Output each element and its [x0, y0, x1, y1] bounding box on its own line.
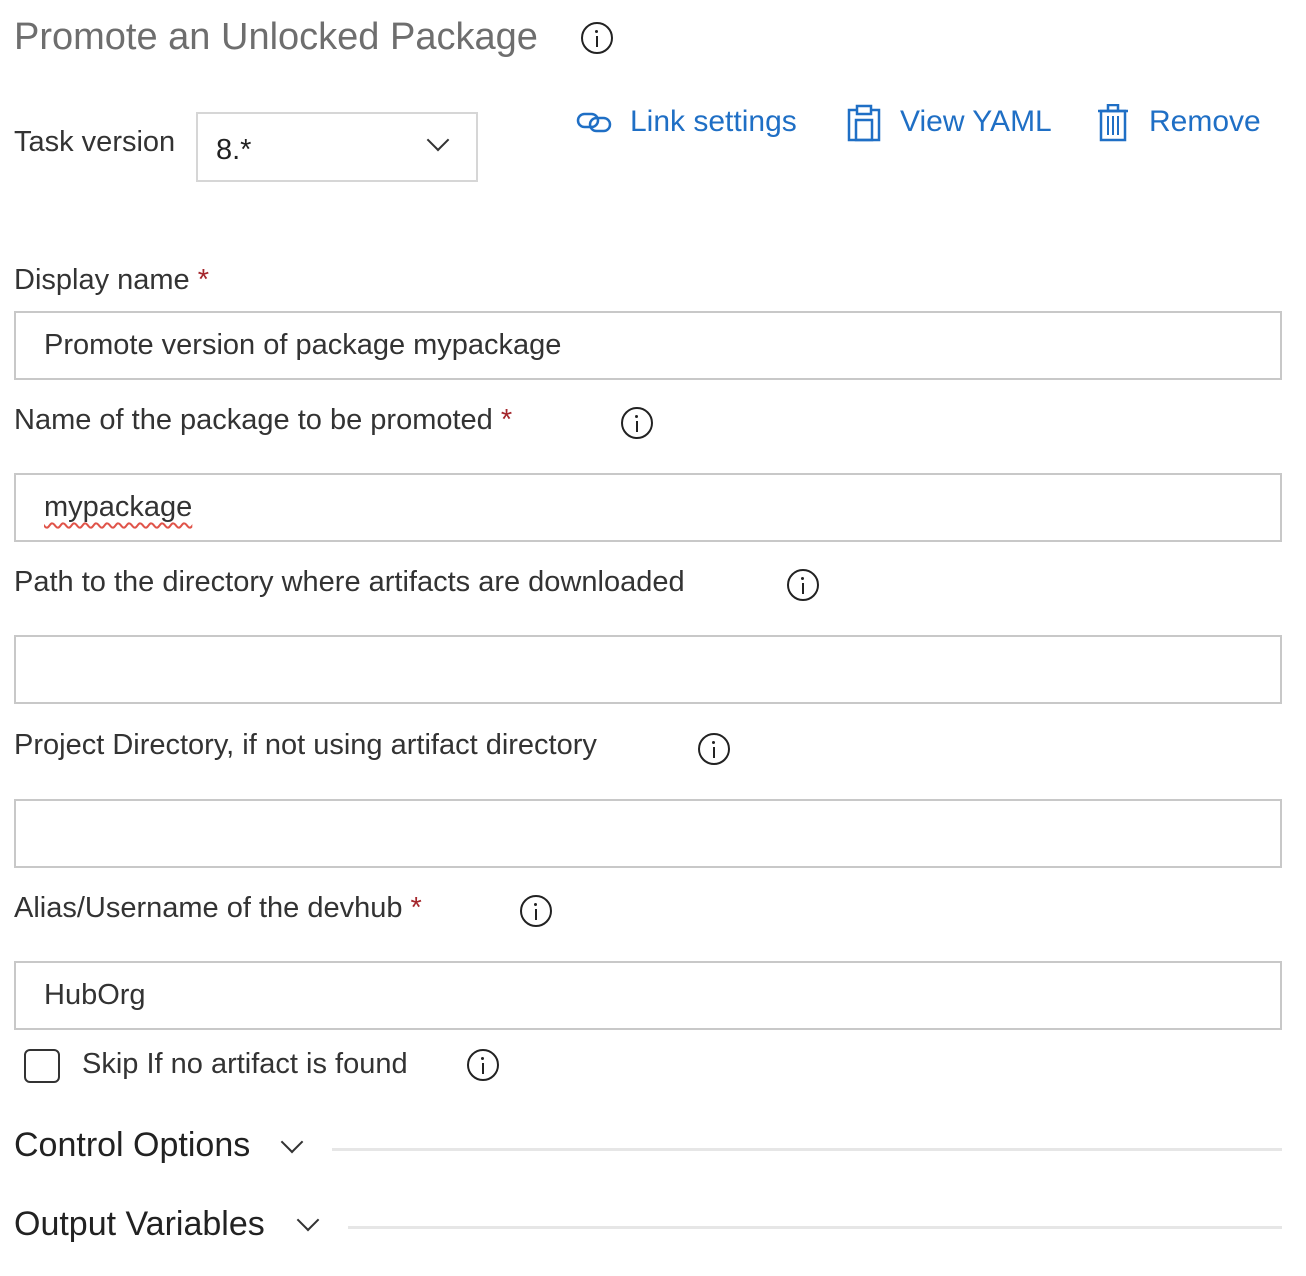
- chevron-down-icon: [426, 128, 450, 152]
- display-name-value: Promote version of package mypackage: [44, 329, 562, 361]
- title-info-icon[interactable]: [581, 22, 613, 54]
- section-divider: [348, 1226, 1282, 1229]
- trash-icon: [1098, 104, 1128, 142]
- task-version-label: Task version: [14, 126, 176, 158]
- link-settings-button[interactable]: Link settings: [576, 102, 811, 142]
- required-marker: *: [197, 264, 209, 296]
- control-options-toggle[interactable]: Control Options: [14, 1126, 250, 1165]
- skip-if-no-artifact-label: Skip If no artifact is found: [82, 1048, 408, 1080]
- control-options-label: Control Options: [14, 1126, 251, 1164]
- task-version-select[interactable]: 8.*: [196, 112, 478, 182]
- task-version-value: 8.*: [216, 134, 252, 166]
- chevron-down-icon[interactable]: [280, 1130, 304, 1154]
- remove-label: Remove: [1149, 105, 1261, 138]
- package-name-label-text: Name of the package to be promoted: [14, 404, 493, 436]
- devhub-alias-info-icon[interactable]: [520, 895, 552, 927]
- display-name-label: Display name *: [14, 264, 209, 297]
- view-yaml-button[interactable]: View YAML: [846, 102, 1060, 142]
- link-icon: [576, 112, 612, 133]
- project-dir-input[interactable]: [14, 799, 1282, 868]
- devhub-alias-label-text: Alias/Username of the devhub: [14, 892, 403, 924]
- package-name-input[interactable]: mypackage: [14, 473, 1282, 542]
- required-marker: *: [500, 404, 513, 436]
- artifact-dir-label: Path to the directory where artifacts ar…: [14, 566, 685, 598]
- artifact-dir-info-icon[interactable]: [787, 569, 819, 601]
- remove-button[interactable]: Remove: [1097, 102, 1265, 142]
- section-divider: [332, 1148, 1282, 1151]
- project-dir-label: Project Directory, if not using artifact…: [14, 729, 597, 761]
- skip-if-no-artifact-checkbox[interactable]: [24, 1049, 60, 1083]
- devhub-alias-label: Alias/Username of the devhub *: [14, 892, 422, 925]
- required-marker: *: [410, 892, 422, 924]
- package-name-label: Name of the package to be promoted *: [14, 404, 512, 437]
- link-settings-label: Link settings: [630, 105, 797, 138]
- package-name-value: mypackage: [44, 491, 193, 523]
- page-title: Promote an Unlocked Package: [14, 16, 538, 58]
- skip-info-icon[interactable]: [467, 1049, 499, 1081]
- project-dir-info-icon[interactable]: [698, 733, 730, 765]
- display-name-label-text: Display name: [14, 264, 190, 296]
- package-name-info-icon[interactable]: [621, 407, 653, 439]
- output-variables-label: Output Variables: [14, 1205, 265, 1243]
- devhub-alias-input[interactable]: HubOrg: [14, 961, 1282, 1030]
- devhub-alias-value: HubOrg: [44, 979, 146, 1011]
- output-variables-toggle[interactable]: Output Variables: [14, 1205, 265, 1244]
- display-name-input[interactable]: Promote version of package mypackage: [14, 311, 1282, 380]
- chevron-down-icon[interactable]: [296, 1208, 320, 1232]
- clipboard-icon: [847, 104, 881, 142]
- artifact-dir-input[interactable]: [14, 635, 1282, 704]
- view-yaml-label: View YAML: [900, 105, 1052, 138]
